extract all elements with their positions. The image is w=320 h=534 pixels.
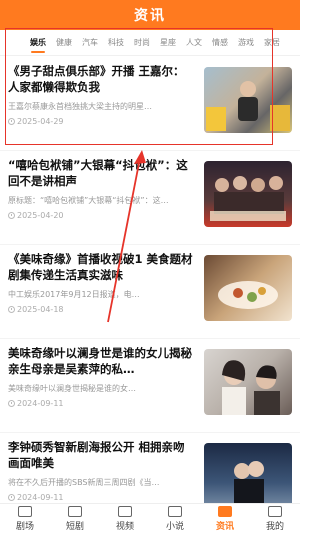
tab-auto[interactable]: 汽车 bbox=[82, 37, 98, 48]
clock-icon bbox=[8, 212, 15, 219]
bottom-navigation: 剧场 短剧 视频 小说 资讯 我的 bbox=[0, 503, 300, 534]
article-date: 2025-04-20 bbox=[8, 211, 194, 220]
article-summary: 王嘉尔蔡康永首档独挑大梁主持的明星… bbox=[8, 102, 152, 111]
article-item[interactable]: 《美味奇缘》首播收视破1 美食题材剧集传递生活真实滋味 中工娱乐2017年9月1… bbox=[0, 245, 300, 339]
nav-label: 短剧 bbox=[65, 522, 84, 532]
article-item[interactable]: 李钟硕秀智新剧海报公开 相拥亲吻画面唯美 将在不久后开播的SBS新周三周四剧《当… bbox=[0, 433, 300, 503]
thumbnail-image bbox=[210, 176, 286, 221]
nav-short-drama[interactable]: 短剧 bbox=[50, 506, 100, 532]
article-date-text: 2025-04-29 bbox=[17, 117, 64, 126]
article-thumbnail bbox=[204, 443, 292, 503]
nav-label: 资讯 bbox=[215, 522, 234, 532]
article-item[interactable]: “嘻哈包袱铺”大银幕“抖包袱”：这回不是讲相声 原标题：“嘻哈包袱铺”大银幕“抖… bbox=[0, 151, 300, 245]
article-headline: “嘻哈包袱铺”大银幕“抖包袱”：这回不是讲相声 bbox=[8, 158, 188, 188]
article-headline: 《男子甜点俱乐部》开播 王嘉尔：人家都懒得欺负我 bbox=[8, 64, 185, 94]
nav-label: 剧场 bbox=[15, 522, 34, 532]
nav-video[interactable]: 视频 bbox=[100, 506, 150, 532]
nav-novel[interactable]: 小说 bbox=[150, 506, 200, 532]
article-thumbnail bbox=[204, 349, 292, 415]
tab-emotion[interactable]: 情感 bbox=[212, 37, 228, 48]
article-headline: 美味奇缘叶以澜身世是谁的女儿揭秘 亲生母亲是吴素萍的私… bbox=[8, 346, 192, 376]
article-thumbnail bbox=[204, 255, 292, 321]
article-summary: 美味奇缘叶以澜身世揭秘是谁的女… bbox=[8, 384, 136, 393]
tab-games[interactable]: 游戏 bbox=[238, 37, 254, 48]
page-title: 资讯 bbox=[134, 8, 166, 24]
article-item[interactable]: 《男子甜点俱乐部》开播 王嘉尔：人家都懒得欺负我 王嘉尔蔡康永首档独挑大梁主持的… bbox=[0, 57, 300, 151]
tab-fashion[interactable]: 时尚 bbox=[134, 37, 150, 48]
thumbnail-image bbox=[218, 281, 278, 309]
clock-icon bbox=[8, 118, 15, 125]
article-thumbnail bbox=[204, 161, 292, 227]
article-date: 2024-09-11 bbox=[8, 493, 194, 502]
article-summary: 将在不久后开播的SBS新周三周四剧《当… bbox=[8, 478, 160, 487]
app-header: 资讯 bbox=[0, 0, 300, 30]
category-tab-bar: 娱乐 健康 汽车 科技 时尚 星座 人文 情感 游戏 家居 bbox=[0, 30, 300, 56]
news-icon bbox=[218, 506, 232, 517]
tab-tech[interactable]: 科技 bbox=[108, 37, 124, 48]
article-summary: 中工娱乐2017年9月12日报道，电… bbox=[8, 290, 140, 299]
nav-profile[interactable]: 我的 bbox=[250, 506, 300, 532]
video-icon bbox=[118, 506, 132, 517]
article-date-text: 2024-09-11 bbox=[17, 399, 64, 408]
tab-home[interactable]: 家居 bbox=[264, 37, 280, 48]
article-date: 2025-04-29 bbox=[8, 117, 194, 126]
nav-label: 视频 bbox=[115, 522, 134, 532]
clock-icon bbox=[8, 494, 15, 501]
clock-icon bbox=[8, 306, 15, 313]
article-date-text: 2025-04-20 bbox=[17, 211, 64, 220]
tab-entertainment[interactable]: 娱乐 bbox=[30, 37, 46, 53]
nav-label: 我的 bbox=[265, 522, 284, 532]
thumbnail-image bbox=[222, 360, 280, 415]
nav-news[interactable]: 资讯 bbox=[200, 506, 250, 532]
thumbnail-image bbox=[234, 461, 264, 503]
tab-culture[interactable]: 人文 bbox=[186, 37, 202, 48]
tab-health[interactable]: 健康 bbox=[56, 37, 72, 48]
article-feed[interactable]: 《男子甜点俱乐部》开播 王嘉尔：人家都懒得欺负我 王嘉尔蔡康永首档独挑大梁主持的… bbox=[0, 57, 300, 503]
article-date: 2025-04-18 bbox=[8, 305, 194, 314]
clock-icon bbox=[8, 400, 15, 407]
tab-horoscope[interactable]: 星座 bbox=[160, 37, 176, 48]
theater-icon bbox=[18, 506, 32, 517]
nav-label: 小说 bbox=[165, 522, 184, 532]
article-summary: 原标题：“嘻哈包袱铺”大银幕“抖包袱”：这… bbox=[8, 196, 169, 205]
article-headline: 李钟硕秀智新剧海报公开 相拥亲吻画面唯美 bbox=[8, 440, 185, 470]
article-date-text: 2024-09-11 bbox=[17, 493, 64, 502]
short-drama-icon bbox=[68, 506, 82, 517]
profile-icon bbox=[268, 506, 282, 517]
article-headline: 《美味奇缘》首播收视破1 美食题材剧集传递生活真实滋味 bbox=[8, 252, 193, 282]
thumbnail-image bbox=[204, 67, 292, 133]
article-date: 2024-09-11 bbox=[8, 399, 194, 408]
article-item[interactable]: 美味奇缘叶以澜身世是谁的女儿揭秘 亲生母亲是吴素萍的私… 美味奇缘叶以澜身世揭秘… bbox=[0, 339, 300, 433]
article-date-text: 2025-04-18 bbox=[17, 305, 64, 314]
article-thumbnail bbox=[204, 67, 292, 133]
book-icon bbox=[168, 506, 182, 517]
nav-theater[interactable]: 剧场 bbox=[0, 506, 50, 532]
